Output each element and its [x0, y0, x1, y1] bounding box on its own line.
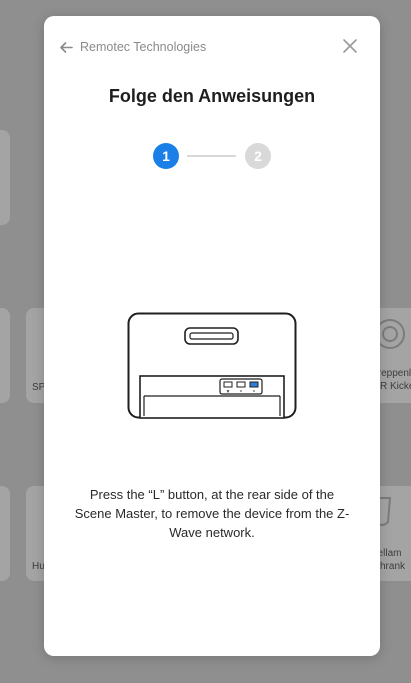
bg-card-hu-label: Hu [32, 561, 45, 572]
instruction-text: Press the “L” button, at the rear side o… [74, 487, 350, 540]
back-button[interactable]: Remotec Technologies [60, 38, 206, 56]
step-connector [187, 155, 236, 157]
bg-card-gellam-label-2: hrank [380, 561, 406, 572]
bg-card-left-bottom [0, 486, 10, 581]
bg-card-left-mid [0, 308, 10, 403]
step-indicator: 1 2 [153, 143, 271, 169]
bg-card-treppen-label-2: R Kicke [380, 381, 411, 392]
step-2: 2 [245, 143, 271, 169]
back-label: Remotec Technologies [80, 40, 207, 54]
scene-master-device-illustration [127, 312, 297, 419]
instructions-dialog: Remotec Technologies Folge den Anweisung… [44, 16, 380, 656]
close-button[interactable] [342, 38, 358, 54]
arrow-left-icon [60, 41, 73, 53]
close-icon [343, 39, 357, 53]
bg-card-left-top [0, 130, 10, 225]
step-1: 1 [153, 143, 179, 169]
dialog-title: Folge den Anweisungen [108, 86, 316, 106]
